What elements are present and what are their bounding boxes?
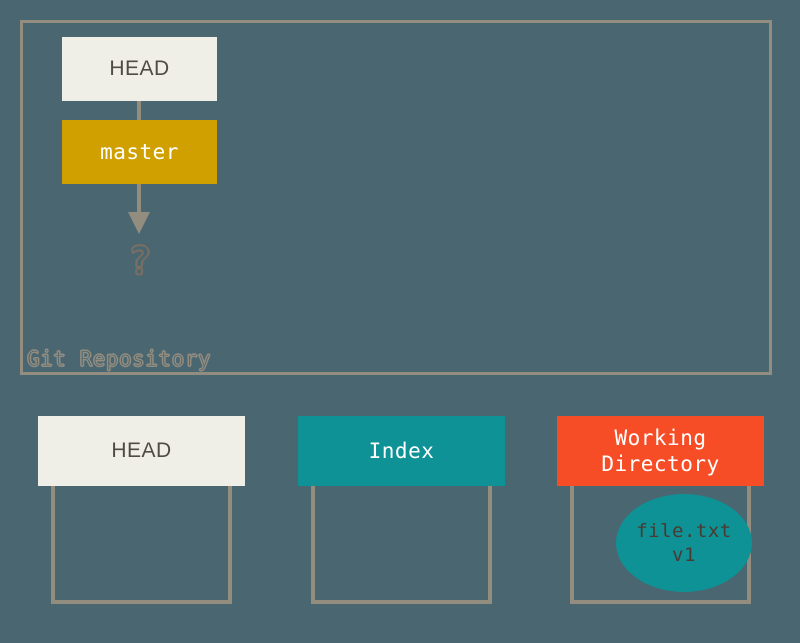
git-repository-label: Git Repository: [26, 347, 212, 372]
stage-head-header: HEAD: [38, 416, 245, 486]
stage-head-title: HEAD: [111, 439, 172, 462]
unknown-commit-question-mark: ?: [128, 239, 152, 283]
repo-head-node-label: HEAD: [109, 57, 170, 80]
stage-index: Index: [298, 416, 505, 604]
diagram-canvas: Git Repository HEAD master ? HEAD Index …: [0, 0, 800, 643]
file-blob-name: file.txt: [636, 520, 732, 542]
stage-working-directory: Working Directory file.txt v1: [557, 416, 764, 604]
stage-head-body: [51, 486, 232, 604]
master-to-unknown-arrow-head-icon: [128, 212, 150, 234]
stage-head: HEAD: [38, 416, 245, 604]
stage-index-body: [311, 486, 492, 604]
stage-working-directory-title-line-1: Working: [614, 426, 707, 450]
stage-working-directory-title-line-2: Directory: [601, 452, 720, 476]
repo-head-node: HEAD: [62, 37, 217, 101]
stage-working-directory-body: file.txt v1: [570, 486, 752, 604]
file-blob: file.txt v1: [616, 494, 752, 592]
stage-index-title: Index: [368, 439, 435, 463]
stage-working-directory-header: Working Directory: [557, 416, 764, 486]
repo-master-node-label: master: [100, 140, 179, 164]
head-to-master-connector: [137, 101, 141, 120]
repo-master-node: master: [62, 120, 217, 184]
stage-index-header: Index: [298, 416, 505, 486]
file-blob-version: v1: [672, 544, 696, 566]
